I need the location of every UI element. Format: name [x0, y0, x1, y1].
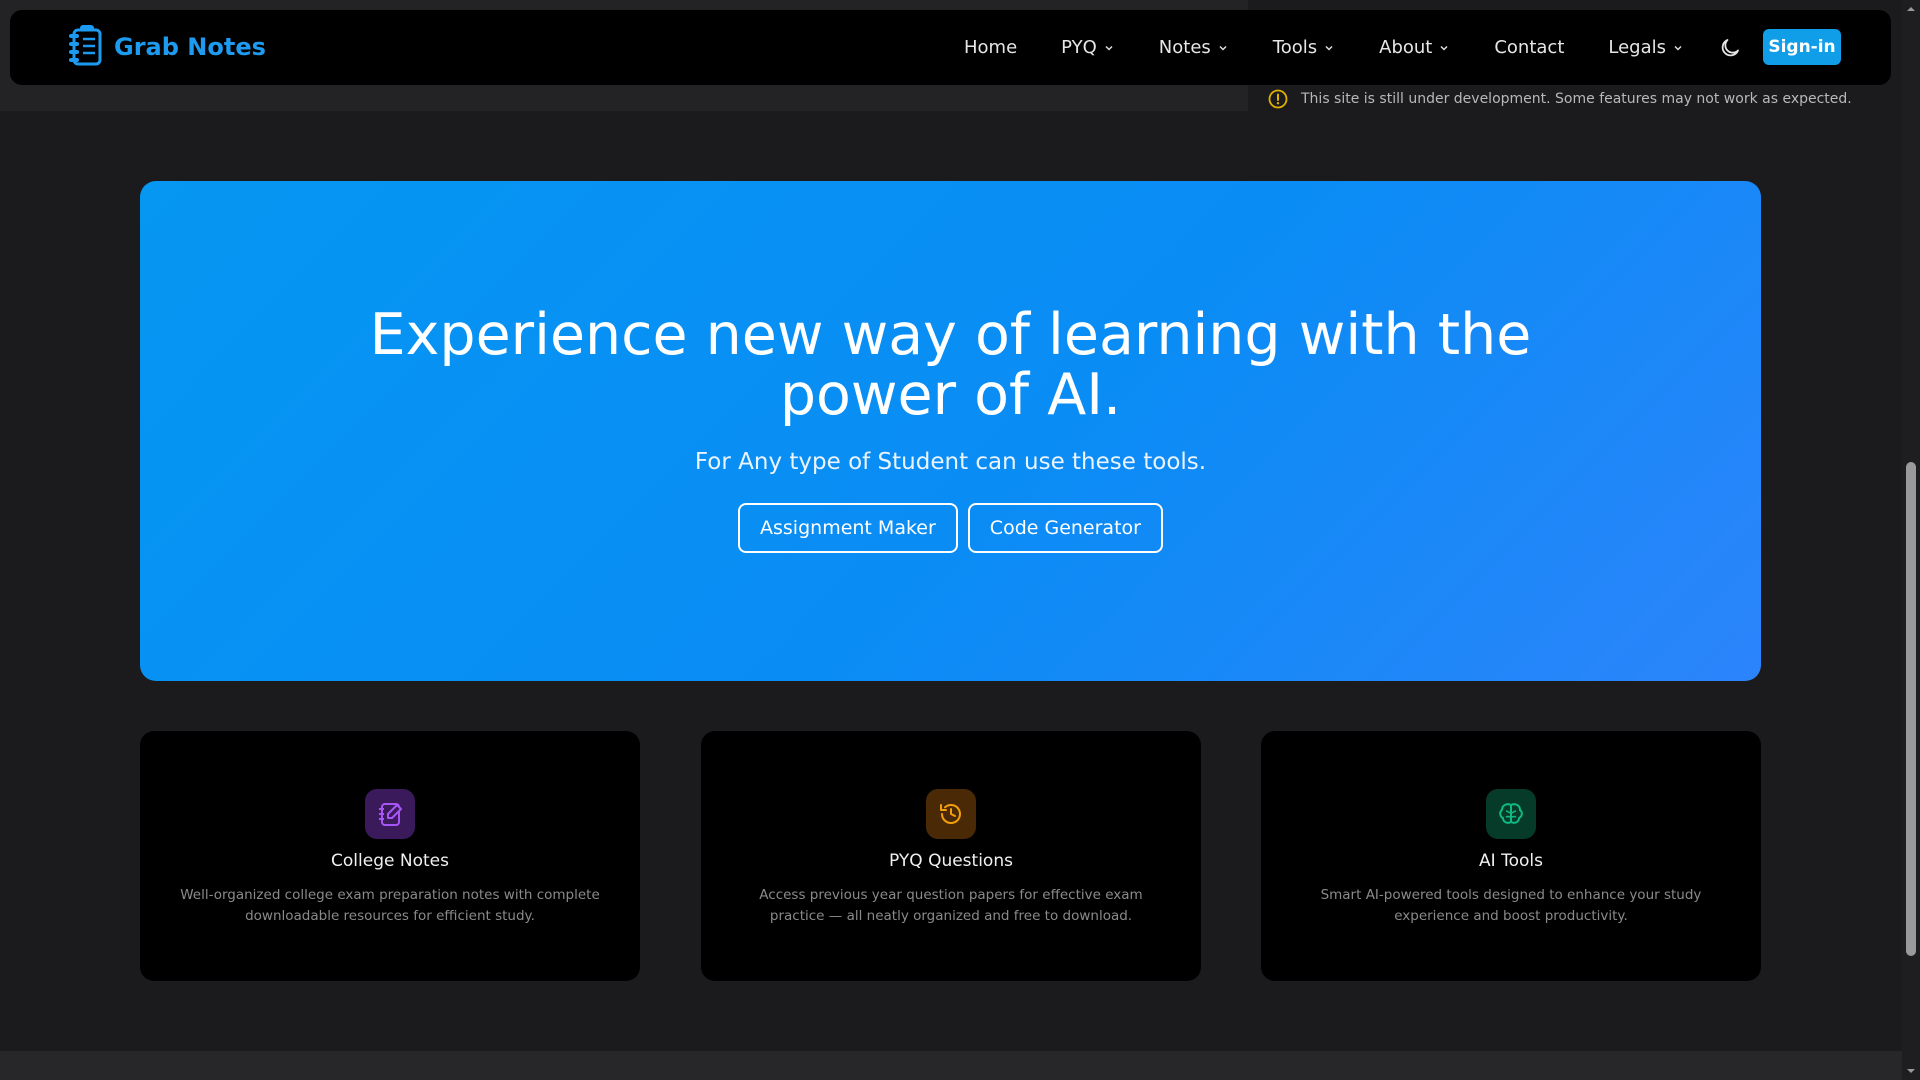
- scrollbar-thumb[interactable]: [1906, 462, 1916, 956]
- card-icon-wrap: [926, 789, 976, 839]
- nav-home[interactable]: Home: [964, 37, 1017, 58]
- card-title: AI Tools: [1479, 851, 1543, 871]
- brand-name: Grab Notes: [114, 33, 266, 61]
- chevron-down-icon: [1440, 45, 1448, 51]
- chevron-down-icon: [1674, 45, 1682, 51]
- nav-contact-label: Contact: [1494, 37, 1565, 58]
- notebook-logo-icon: [69, 25, 102, 66]
- card-ai-tools[interactable]: AI Tools Smart AI-powered tools designed…: [1261, 731, 1761, 981]
- brain-icon: [1499, 803, 1523, 824]
- dev-notice-text: This site is still under development. So…: [1301, 91, 1852, 107]
- sign-in-button[interactable]: Sign-in: [1763, 29, 1841, 65]
- dev-notice: This site is still under development. So…: [1267, 88, 1852, 110]
- card-college-notes[interactable]: College Notes Well-organized college exa…: [140, 731, 640, 981]
- brand[interactable]: Grab Notes: [66, 24, 266, 70]
- nav-pyq[interactable]: PYQ: [1061, 37, 1115, 58]
- hero-banner: Experience new way of learning with the …: [140, 181, 1761, 681]
- card-title: PYQ Questions: [889, 851, 1013, 871]
- moon-icon[interactable]: [1718, 36, 1742, 60]
- hero-title: Experience new way of learning with the …: [369, 302, 1532, 428]
- card-description: Smart AI-powered tools designed to enhan…: [1320, 887, 1702, 924]
- nav-about-label: About: [1379, 37, 1433, 58]
- card-icon-wrap: [365, 789, 415, 839]
- nav-legals-label: Legals: [1608, 37, 1666, 58]
- nav-legals[interactable]: Legals: [1608, 37, 1684, 58]
- navbar: Grab Notes Home PYQ Notes Tools About Co…: [10, 10, 1891, 85]
- nav-about[interactable]: About: [1379, 37, 1450, 58]
- edit-notebook-icon: [379, 803, 402, 826]
- hero-buttons: Assignment Maker Code Generator: [140, 503, 1761, 553]
- warning-circle-icon: [1268, 89, 1288, 109]
- nav-notes[interactable]: Notes: [1159, 37, 1229, 58]
- card-description: Access previous year question papers for…: [759, 887, 1143, 924]
- nav-pyq-label: PYQ: [1061, 37, 1097, 58]
- hero-subtitle: For Any type of Student can use these to…: [694, 449, 1207, 475]
- assignment-maker-button[interactable]: Assignment Maker: [738, 503, 958, 553]
- feature-cards: College Notes Well-organized college exa…: [140, 731, 1761, 981]
- nav-home-label: Home: [964, 37, 1018, 58]
- chevron-down-icon: [1219, 45, 1227, 51]
- card-description: Well-organized college exam preparation …: [180, 887, 600, 924]
- chevron-down-icon: [1325, 45, 1333, 51]
- nav-contact[interactable]: Contact: [1494, 37, 1564, 58]
- nav-tools-label: Tools: [1272, 37, 1318, 58]
- footer-strip: [0, 1051, 1902, 1080]
- code-generator-button[interactable]: Code Generator: [967, 503, 1163, 553]
- scroll-up-arrow-icon[interactable]: [1906, 4, 1916, 14]
- nav-tools[interactable]: Tools: [1273, 37, 1335, 58]
- main-nav: Home PYQ Notes Tools About Contact Legal…: [964, 10, 1684, 85]
- history-clock-icon: [940, 804, 961, 824]
- card-icon-wrap: [1486, 789, 1536, 839]
- scroll-down-arrow-icon[interactable]: [1906, 1066, 1916, 1076]
- chevron-down-icon: [1105, 45, 1113, 51]
- nav-notes-label: Notes: [1158, 37, 1211, 58]
- card-title: College Notes: [331, 851, 449, 871]
- scrollbar[interactable]: [1902, 0, 1920, 1080]
- card-pyq-questions[interactable]: PYQ Questions Access previous year quest…: [701, 731, 1201, 981]
